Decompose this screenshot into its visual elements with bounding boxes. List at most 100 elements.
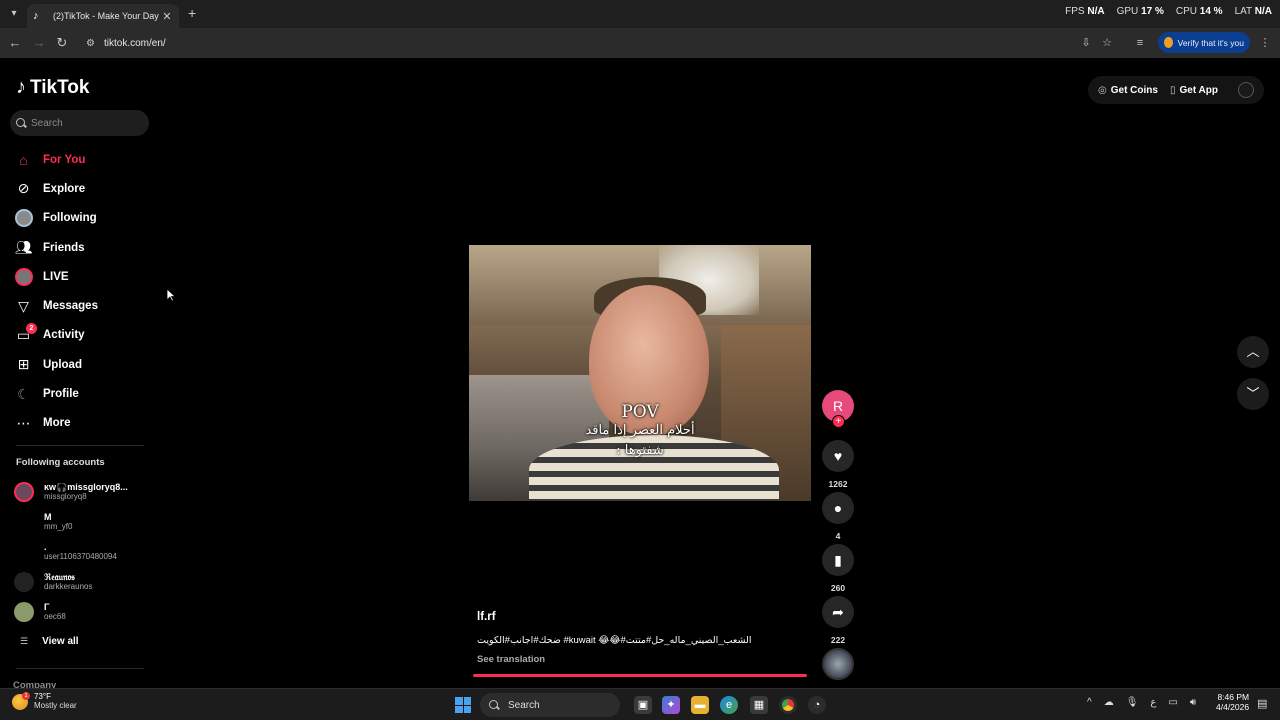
send-icon: ▽ (18, 297, 29, 314)
bookmark-star-icon[interactable]: ☆ (1099, 35, 1115, 51)
user-avatar[interactable] (1238, 82, 1254, 98)
following-account-item[interactable]: Mmm_yf0 (14, 507, 154, 537)
get-coins-label: Get Coins (1110, 84, 1158, 96)
chevron-down-icon[interactable]: ﹀ (1237, 378, 1269, 410)
perf-overlay: FPS N/A GPU 17 % CPU 14 % LAT N/A (1065, 6, 1272, 17)
following-account-item[interactable]: ℜ𝔢𝔞𝔲𝔫𝔬𝔰 darkkeraunos (14, 567, 154, 597)
following-account-item[interactable]: Γoec68 (14, 597, 154, 627)
close-tab-icon[interactable]: ✕ (161, 10, 173, 23)
search-input[interactable]: Search (10, 110, 149, 136)
system-tray: ^ ☁ 🎙︎ ع ▭ 🔊︎ (1087, 697, 1196, 708)
cloud-icon[interactable]: ☁ (1104, 697, 1114, 708)
account-username: user1106370480094 (44, 551, 117, 561)
list-icon: ☰ (20, 636, 29, 646)
upload-icon: ⊞ (17, 356, 30, 373)
clock-date: 4/4/2026 (1216, 701, 1250, 712)
sidebar-item-explore[interactable]: ⊘ Explore (14, 174, 164, 203)
comment-action: ● 4 (822, 492, 854, 541)
mouse-cursor-icon (166, 288, 177, 307)
weather-widget[interactable]: 1 73°F Mostly clear (12, 691, 77, 711)
following-account-item[interactable]: ĸw🎧missgloryq8... missgloryq8 (14, 477, 154, 507)
notification-icon[interactable]: ▤ (1257, 697, 1267, 710)
back-icon[interactable]: ← (6, 34, 24, 52)
speaker-icon[interactable]: 🔊︎ (1190, 697, 1196, 708)
save-action: ▮ 260 (822, 544, 854, 593)
sidebar-item-label: Profile (43, 388, 79, 401)
post-description: ضحك#اجانب#الكويت #kuwait 😂😂#الشعب_الصيني… (477, 635, 752, 646)
browser-tab[interactable]: ♪ (2)TikTok - Make Your Day ✕ (27, 4, 179, 28)
display-icon[interactable]: ▭ (1168, 697, 1177, 708)
sidebar-item-label: Activity (43, 329, 85, 342)
perf-lat: LAT N/A (1234, 6, 1272, 17)
music-disc-icon[interactable] (822, 648, 854, 680)
view-all-button[interactable]: ☰ View all (20, 636, 79, 647)
clock[interactable]: 8:46 PM 4/4/2026 (1216, 692, 1250, 713)
friends-icon: 👥︎ (14, 239, 33, 256)
sidebar-item-messages[interactable]: ▽ Messages (14, 291, 164, 320)
tiktok-favicon-icon: ♪ (33, 10, 39, 22)
browser-menu-icon[interactable]: ⋮ (1257, 35, 1273, 51)
tiktok-logo[interactable]: ♪ TikTok (16, 76, 89, 99)
microphone-icon[interactable]: 🎙︎ (1126, 697, 1139, 708)
avatar (14, 482, 34, 502)
browser-toolbar: ← → ↻ ⚙ tiktok.com/en/ ⇩ ☆ ≡ Verify that… (0, 28, 1280, 58)
sidebar-item-profile[interactable]: ☾ Profile (14, 379, 164, 408)
sidebar-item-live[interactable]: LIVE (14, 262, 164, 291)
coin-icon: ◎ (1098, 84, 1107, 96)
task-view-icon[interactable]: ▣ (634, 696, 652, 714)
sidebar-item-label: Following (43, 212, 97, 225)
bookmark-icon[interactable]: ▮ (822, 544, 854, 576)
video-player[interactable]: POV أحلام العصر إذا ماقد شفتوها : (469, 245, 811, 501)
share-action: ➦ 222 (822, 596, 854, 645)
tab-search-icon[interactable]: ▾ (5, 5, 23, 23)
see-translation-link[interactable]: See translation (477, 654, 545, 665)
phone-icon: ▯ (1169, 84, 1176, 96)
reload-icon[interactable]: ↻ (53, 34, 71, 52)
following-account-item[interactable]: . user1106370480094 (14, 537, 154, 567)
sidebar-item-more[interactable]: ⋯ More (14, 409, 164, 438)
share-icon[interactable]: ➦ (822, 596, 854, 628)
comment-icon[interactable]: ● (822, 492, 854, 524)
language-indicator[interactable]: ع (1150, 697, 1156, 708)
avatar (14, 602, 34, 622)
app-icon[interactable]: ◔ (808, 696, 826, 714)
reading-list-icon[interactable]: ≡ (1132, 35, 1148, 51)
new-tab-icon[interactable]: + (188, 5, 196, 21)
copilot-icon[interactable]: ✦ (662, 696, 680, 714)
store-icon[interactable]: ▦ (750, 696, 768, 714)
verify-profile-button[interactable]: Verify that it's you (1158, 32, 1250, 53)
like-action: ♥ 1262 (822, 440, 854, 489)
address-bar[interactable]: ⚙ tiktok.com/en/ (80, 31, 1120, 55)
sidebar-item-upload[interactable]: ⊞ Upload (14, 350, 164, 379)
get-app-button[interactable]: ▯ Get App (1170, 85, 1218, 96)
sidebar-item-for-you[interactable]: ⌂ For You (14, 145, 164, 174)
chevron-up-icon[interactable]: ^ (1087, 697, 1092, 708)
sidebar-item-activity[interactable]: ▭ 2 Activity (14, 321, 164, 350)
post-author[interactable]: lf.rf (477, 611, 496, 623)
chrome-icon[interactable] (779, 696, 797, 714)
file-explorer-icon[interactable]: ▬ (691, 696, 709, 714)
chevron-up-icon[interactable]: ︿ (1237, 336, 1269, 368)
like-count: 1262 (828, 479, 848, 489)
forward-icon[interactable]: → (30, 34, 48, 52)
follow-plus-icon[interactable]: + (832, 415, 845, 428)
sidebar-item-following[interactable]: Following (14, 204, 164, 233)
edge-icon[interactable]: e (720, 696, 738, 714)
weather-icon: 1 (12, 691, 30, 710)
search-placeholder: Search (31, 117, 63, 129)
get-coins-button[interactable]: ◎ Get Coins (1098, 85, 1158, 96)
home-icon: ⌂ (19, 151, 28, 168)
site-info-icon[interactable]: ⚙ (86, 38, 102, 49)
install-app-icon[interactable]: ⇩ (1078, 35, 1094, 51)
sidebar-item-friends[interactable]: 👥︎ Friends (14, 233, 164, 262)
video-caption: POV (621, 402, 659, 422)
taskbar-search[interactable]: Search (480, 693, 620, 717)
sidebar-item-label: Friends (43, 241, 85, 254)
windows-start-icon[interactable] (455, 697, 471, 713)
perf-fps: FPS N/A (1065, 6, 1105, 17)
video-progress-bar[interactable] (473, 674, 807, 677)
avatar (14, 542, 34, 562)
compass-icon: ⊘ (17, 180, 30, 197)
heart-icon[interactable]: ♥ (822, 440, 854, 472)
sidebar-nav: ⌂ For You ⊘ Explore Following 👥︎ Friends… (14, 145, 164, 438)
